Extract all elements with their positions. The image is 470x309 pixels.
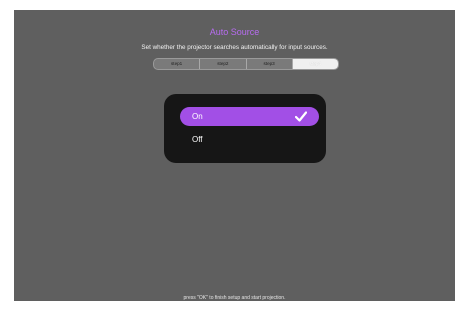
- option-on-label: On: [192, 112, 203, 121]
- step-4-label: step4: [309, 61, 321, 66]
- step-2: step2: [199, 59, 245, 69]
- page-subtitle: Set whether the projector searches autom…: [141, 44, 328, 51]
- option-off-label: Off: [192, 135, 203, 144]
- option-panel: On Off: [164, 94, 326, 163]
- page-title: Auto Source: [209, 27, 260, 37]
- option-off[interactable]: Off: [180, 130, 319, 149]
- wizard-steps: step1 step2 step3 step4: [153, 58, 339, 70]
- step-3: step3: [245, 59, 292, 69]
- step-3-label: step3: [263, 61, 275, 66]
- option-on[interactable]: On: [180, 107, 319, 126]
- step-1-label: step1: [171, 61, 183, 66]
- step-1: step1: [154, 59, 199, 69]
- setup-screen: Auto Source Set whether the projector se…: [14, 10, 455, 301]
- footer-hint: press "OK" to finish setup and start pro…: [183, 295, 286, 301]
- step-4: step4: [291, 59, 338, 69]
- checkmark-icon: [295, 111, 307, 122]
- step-2-label: step2: [217, 61, 229, 66]
